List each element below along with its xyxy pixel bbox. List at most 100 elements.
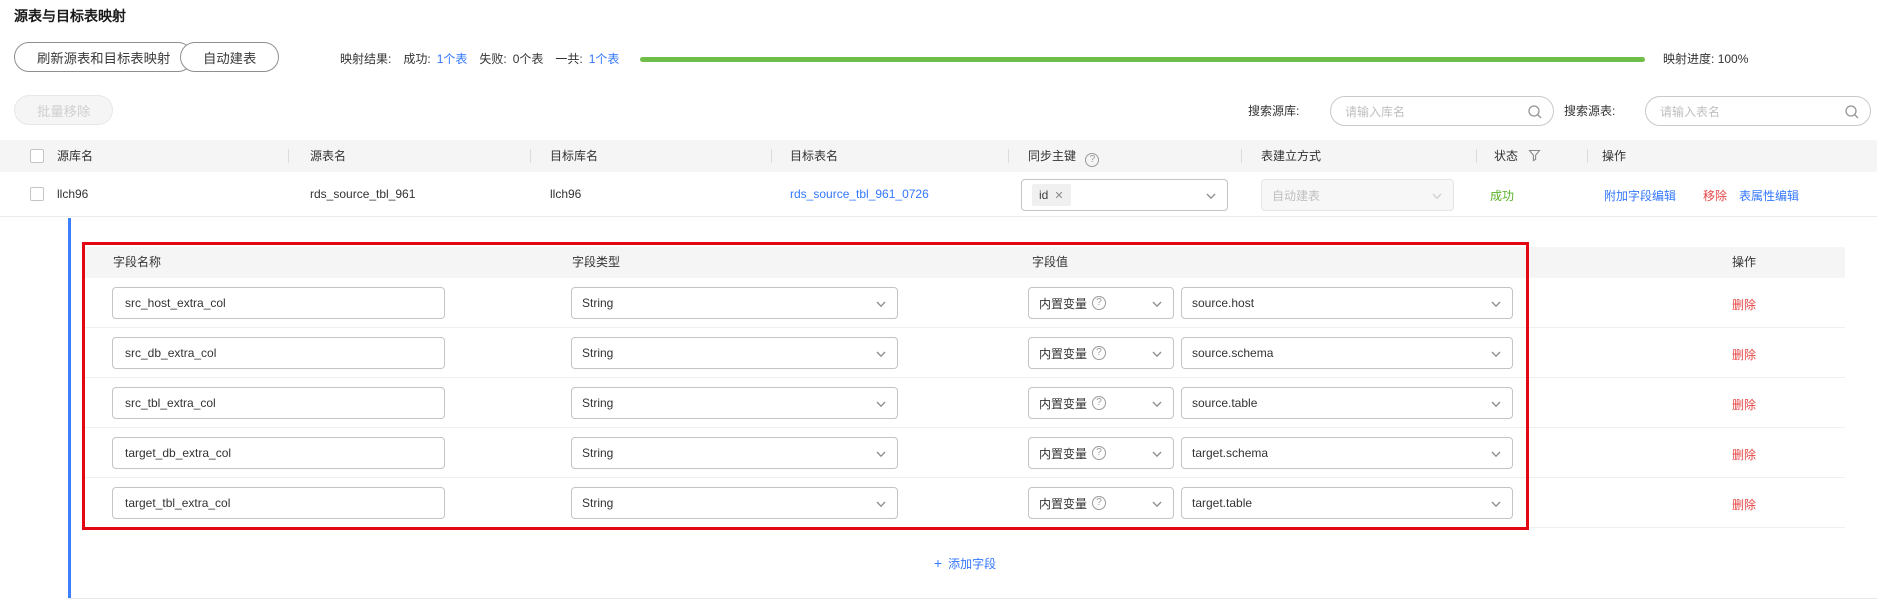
row-checkbox[interactable]	[30, 187, 44, 201]
field-name-input[interactable]	[112, 287, 445, 319]
field-kind-select[interactable]: 内置变量 ?	[1028, 487, 1174, 519]
field-kind-select[interactable]: 内置变量 ?	[1028, 437, 1174, 469]
search-table-placeholder: 请输入表名	[1660, 104, 1721, 119]
field-value-select[interactable]: target.schema	[1181, 437, 1513, 469]
chevron-down-icon	[1490, 448, 1502, 460]
delete-field-link[interactable]: 删除	[1732, 496, 1756, 513]
col-source-table: 源表名	[310, 149, 347, 163]
search-icon[interactable]	[1844, 104, 1860, 120]
chevron-down-icon	[875, 348, 887, 360]
select-all-checkbox[interactable]	[30, 149, 44, 163]
field-type-select[interactable]: String	[571, 437, 898, 469]
mapping-result-stats: 映射结果: 成功: 1个表 失败: 0个表 一共: 1个表	[340, 50, 619, 67]
chevron-down-icon	[1490, 398, 1502, 410]
expanded-row-indicator	[68, 218, 71, 599]
chevron-down-icon	[1151, 398, 1163, 410]
delete-field-link[interactable]: 删除	[1732, 446, 1756, 463]
table-props-edit-link[interactable]: 表属性编辑	[1739, 187, 1799, 204]
success-count: 1个表	[436, 52, 468, 66]
help-icon[interactable]: ?	[1092, 396, 1107, 410]
field-value-select[interactable]: source.table	[1181, 387, 1513, 419]
fail-label: 失败:	[479, 52, 507, 66]
batch-remove-button[interactable]: 批量移除	[14, 95, 114, 125]
field-value-select[interactable]: source.host	[1181, 287, 1513, 319]
help-icon[interactable]: ?	[1092, 346, 1107, 360]
progress-label: 映射进度:	[1663, 52, 1715, 66]
field-col-op: 操作	[1732, 255, 1757, 269]
field-name-input[interactable]	[112, 437, 445, 469]
chevron-down-icon	[875, 498, 887, 510]
field-kind-select[interactable]: 内置变量 ?	[1028, 287, 1174, 319]
field-col-type: 字段类型	[572, 255, 621, 269]
page-title: 源表与目标表映射	[14, 8, 126, 24]
status-badge: 成功	[1490, 189, 1515, 203]
filter-funnel-icon[interactable]	[1528, 149, 1542, 162]
field-value-select[interactable]: source.schema	[1181, 337, 1513, 369]
chevron-down-icon	[1151, 448, 1163, 460]
col-sync-key: 同步主键 ?	[1028, 140, 1100, 172]
mapping-result-label: 映射结果:	[340, 52, 392, 66]
row-target-table-link[interactable]: rds_source_tbl_961_0726	[790, 187, 929, 201]
chevron-down-icon	[1490, 298, 1502, 310]
field-type-select[interactable]: String	[571, 487, 898, 519]
col-target-table: 目标表名	[790, 149, 839, 163]
auto-create-table-button[interactable]: 自动建表	[180, 42, 280, 72]
field-type-select[interactable]: String	[571, 337, 898, 369]
delete-field-link[interactable]: 删除	[1732, 296, 1756, 313]
field-row: String 内置变量 ? target.table 删除	[85, 478, 1845, 528]
help-icon[interactable]: ?	[1092, 496, 1107, 510]
field-type-select[interactable]: String	[571, 287, 898, 319]
field-col-name: 字段名称	[113, 255, 162, 269]
field-col-value: 字段值	[1032, 255, 1069, 269]
remove-tag-icon[interactable]: ✕	[1054, 189, 1063, 202]
search-table-input[interactable]: 请输入表名	[1645, 96, 1871, 126]
refresh-mapping-button[interactable]: 刷新源表和目标表映射	[14, 42, 194, 72]
help-icon[interactable]: ?	[1085, 153, 1100, 167]
table-header: 源库名 源表名 目标库名 目标表名 同步主键 ? 表建立方式 状态 操作	[0, 140, 1877, 172]
field-row: String 内置变量 ? source.schema 删除	[85, 328, 1845, 378]
sync-key-select[interactable]: id ✕	[1021, 179, 1228, 211]
col-source-db: 源库名	[57, 149, 94, 163]
col-create-mode: 表建立方式	[1261, 149, 1322, 163]
mapping-progress-text: 映射进度: 100%	[1663, 50, 1748, 67]
fail-count: 0个表	[512, 52, 544, 66]
row-source-db: llch96	[57, 187, 89, 201]
field-kind-select[interactable]: 内置变量 ?	[1028, 387, 1174, 419]
row-source-table: rds_source_tbl_961	[310, 187, 416, 201]
sync-key-tag: id ✕	[1032, 184, 1071, 206]
chevron-down-icon	[1205, 190, 1217, 202]
field-name-input[interactable]	[112, 337, 445, 369]
page: 源表与目标表映射 刷新源表和目标表映射 自动建表 映射结果: 成功: 1个表 失…	[0, 0, 1877, 602]
add-field-row: + 添加字段	[85, 528, 1845, 598]
chevron-down-icon	[1151, 348, 1163, 360]
chevron-down-icon	[1431, 190, 1443, 202]
total-label: 一共:	[555, 52, 583, 66]
field-value-select[interactable]: target.table	[1181, 487, 1513, 519]
chevron-down-icon	[875, 398, 887, 410]
remove-link[interactable]: 移除	[1703, 187, 1727, 204]
help-icon[interactable]: ?	[1092, 446, 1107, 460]
search-db-placeholder: 请输入库名	[1345, 104, 1406, 119]
help-icon[interactable]: ?	[1092, 296, 1107, 310]
row-target-db: llch96	[550, 187, 582, 201]
col-status: 状态	[1494, 140, 1542, 172]
delete-field-link[interactable]: 删除	[1732, 346, 1756, 363]
field-row: String 内置变量 ? source.table 删除	[85, 378, 1845, 428]
add-field-button[interactable]: + 添加字段	[934, 555, 996, 572]
search-icon[interactable]	[1527, 104, 1543, 120]
field-type-select[interactable]: String	[571, 387, 898, 419]
field-kind-select[interactable]: 内置变量 ?	[1028, 337, 1174, 369]
field-name-input[interactable]	[112, 387, 445, 419]
extra-fields-edit-link[interactable]: 附加字段编辑	[1604, 187, 1676, 204]
section-bottom-border	[68, 598, 1877, 599]
delete-field-link[interactable]: 删除	[1732, 396, 1756, 413]
chevron-down-icon	[875, 298, 887, 310]
search-table-label: 搜索源表:	[1564, 104, 1616, 118]
field-row: String 内置变量 ? source.host 删除	[85, 278, 1845, 328]
field-row: String 内置变量 ? target.schema 删除	[85, 428, 1845, 478]
total-count: 1个表	[588, 52, 620, 66]
col-actions: 操作	[1602, 149, 1627, 163]
field-name-input[interactable]	[112, 487, 445, 519]
search-db-input[interactable]: 请输入库名	[1330, 96, 1554, 126]
chevron-down-icon	[1490, 498, 1502, 510]
